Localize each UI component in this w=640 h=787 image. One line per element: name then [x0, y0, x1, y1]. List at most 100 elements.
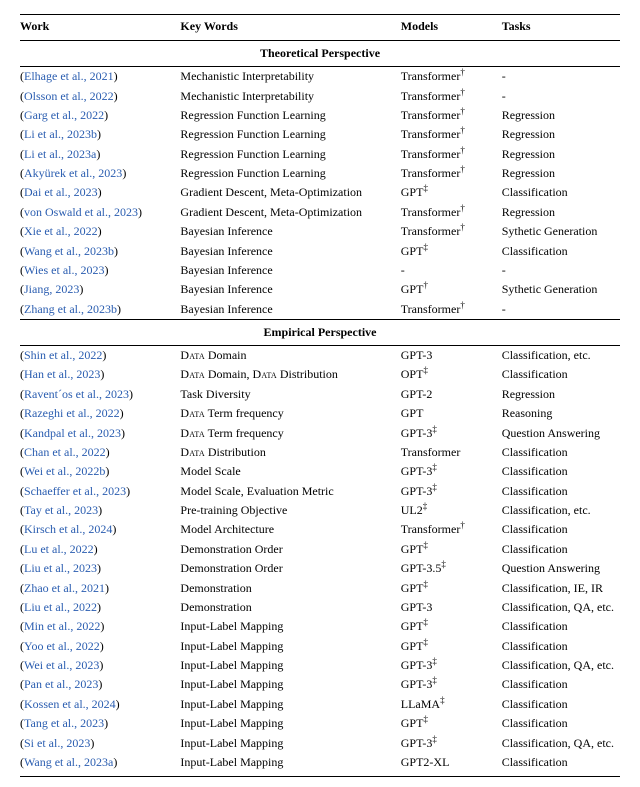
citation-link[interactable]: Pan et al., 2023	[24, 677, 98, 691]
citation-link[interactable]: Kossen et al., 2024	[24, 697, 116, 711]
citation-link[interactable]: Si et al., 2023	[24, 736, 90, 750]
footnote-marker: †	[460, 145, 465, 155]
citation-cell: (Xie et al., 2022)	[20, 222, 180, 241]
citation-link[interactable]: Jiang, 2023	[24, 282, 79, 296]
footnote-marker: ‡	[423, 365, 428, 375]
smallcaps-term: Data	[180, 406, 204, 420]
citation-cell: (Olsson et al., 2022)	[20, 86, 180, 105]
citation-link[interactable]: Wang et al., 2023a	[24, 755, 113, 769]
footnote-marker: ‡	[441, 559, 446, 569]
citation-link[interactable]: Wei et al., 2023	[24, 658, 99, 672]
model-cell: GPT-3‡	[401, 462, 502, 481]
keywords-cell: Bayesian Inference	[180, 241, 400, 260]
model-cell: Transformer†	[401, 67, 502, 87]
tasks-cell: Classification	[502, 520, 620, 539]
table-row: (von Oswald et al., 2023)Gradient Descen…	[20, 203, 620, 222]
model-cell: Transformer†	[401, 222, 502, 241]
citation-link[interactable]: Li et al., 2023a	[24, 147, 96, 161]
citation-link[interactable]: Garg et al., 2022	[24, 108, 104, 122]
table-row: (Lu et al., 2022)Demonstration OrderGPT‡…	[20, 540, 620, 559]
citation-cell: (Yoo et al., 2022)	[20, 637, 180, 656]
footnote-marker: †	[460, 164, 465, 174]
citation-link[interactable]: Han et al., 2023	[24, 367, 100, 381]
citation-link[interactable]: Akyürek et al., 2023	[24, 166, 122, 180]
citation-link[interactable]: Liu et al., 2022	[24, 600, 97, 614]
footnote-marker: †	[460, 222, 465, 232]
keywords-cell: Mechanistic Interpretability	[180, 67, 400, 87]
table-row: (Zhao et al., 2021)DemonstrationGPT‡Clas…	[20, 578, 620, 597]
citation-link[interactable]: Olsson et al., 2022	[24, 89, 114, 103]
citation-link[interactable]: Razeghi et al., 2022	[24, 406, 120, 420]
citation-link[interactable]: Kandpal et al., 2023	[24, 426, 121, 440]
citation-link[interactable]: Wang et al., 2023b	[24, 244, 114, 258]
table-row: (Wang et al., 2023a)Input-Label MappingG…	[20, 753, 620, 777]
citation-link[interactable]: Dai et al., 2023	[24, 185, 98, 199]
table-row: (Li et al., 2023a)Regression Function Le…	[20, 145, 620, 164]
table-row: (Yoo et al., 2022)Input-Label MappingGPT…	[20, 637, 620, 656]
citation-link[interactable]: Chan et al., 2022	[24, 445, 106, 459]
tasks-cell: Question Answering	[502, 423, 620, 442]
citation-cell: (Razeghi et al., 2022)	[20, 404, 180, 423]
citation-link[interactable]: Schaeffer et al., 2023	[24, 484, 126, 498]
keywords-cell: Regression Function Learning	[180, 145, 400, 164]
footnote-marker: †	[460, 520, 465, 530]
citation-cell: (Wies et al., 2023)	[20, 261, 180, 280]
keywords-cell: Input-Label Mapping	[180, 675, 400, 694]
model-cell: GPT-3.5‡	[401, 559, 502, 578]
citation-cell: (Li et al., 2023a)	[20, 145, 180, 164]
citation-link[interactable]: von Oswald et al., 2023	[24, 205, 138, 219]
citation-link[interactable]: Ravent´os et al., 2023	[24, 387, 129, 401]
keywords-cell: Model Architecture	[180, 520, 400, 539]
citation-link[interactable]: Shin et al., 2022	[24, 348, 102, 362]
citation-cell: (Si et al., 2023)	[20, 733, 180, 752]
model-cell: GPT-3	[401, 345, 502, 365]
table-row: (Akyürek et al., 2023)Regression Functio…	[20, 164, 620, 183]
section-title: Empirical Perspective	[20, 319, 620, 345]
table-row: (Xie et al., 2022)Bayesian InferenceTran…	[20, 222, 620, 241]
footnote-marker: †	[460, 106, 465, 116]
citation-link[interactable]: Li et al., 2023b	[24, 127, 97, 141]
table-row: (Wies et al., 2023)Bayesian Inference--	[20, 261, 620, 280]
citation-link[interactable]: Zhang et al., 2023b	[24, 302, 117, 316]
keywords-cell: Bayesian Inference	[180, 222, 400, 241]
tasks-cell: Classification	[502, 365, 620, 384]
citation-cell: (Wang et al., 2023a)	[20, 753, 180, 777]
citation-cell: (Dai et al., 2023)	[20, 183, 180, 202]
model-cell: GPT-3‡	[401, 423, 502, 442]
table-row: (Wei et al., 2023)Input-Label MappingGPT…	[20, 656, 620, 675]
tasks-cell: Classification, QA, etc.	[502, 733, 620, 752]
table-row: (Ravent´os et al., 2023)Task DiversityGP…	[20, 385, 620, 404]
citation-link[interactable]: Xie et al., 2022	[24, 224, 98, 238]
citation-link[interactable]: Lu et al., 2022	[24, 542, 94, 556]
citation-link[interactable]: Elhage et al., 2021	[24, 69, 114, 83]
tasks-cell: Classification, etc.	[502, 501, 620, 520]
citation-link[interactable]: Tay et al., 2023	[24, 503, 98, 517]
col-header-work: Work	[20, 15, 180, 41]
footnote-marker: ‡	[432, 462, 437, 472]
smallcaps-term: Data	[252, 367, 276, 381]
citation-cell: (Jiang, 2023)	[20, 280, 180, 299]
citation-link[interactable]: Yoo et al., 2022	[24, 639, 100, 653]
citation-link[interactable]: Kirsch et al., 2024	[24, 522, 112, 536]
citation-link[interactable]: Wei et al., 2022b	[24, 464, 105, 478]
model-cell: Transformer†	[401, 145, 502, 164]
citation-link[interactable]: Zhao et al., 2021	[24, 581, 105, 595]
footnote-marker: †	[460, 125, 465, 135]
model-cell: Transformer†	[401, 203, 502, 222]
citation-link[interactable]: Wies et al., 2023	[24, 263, 105, 277]
tasks-cell: -	[502, 261, 620, 280]
keywords-cell: Mechanistic Interpretability	[180, 86, 400, 105]
footnote-marker: †	[423, 280, 428, 290]
tasks-cell: Classification	[502, 675, 620, 694]
table-row: (Chan et al., 2022)Data DistributionTran…	[20, 443, 620, 462]
keywords-cell: Input-Label Mapping	[180, 733, 400, 752]
section-header: Theoretical Perspective	[20, 41, 620, 67]
tasks-cell: Classification	[502, 540, 620, 559]
keywords-cell: Input-Label Mapping	[180, 637, 400, 656]
model-cell: Transformer†	[401, 300, 502, 320]
citation-link[interactable]: Tang et al., 2023	[24, 716, 104, 730]
table-row: (Shin et al., 2022)Data DomainGPT-3Class…	[20, 345, 620, 365]
citation-link[interactable]: Min et al., 2022	[24, 619, 100, 633]
model-cell: -	[401, 261, 502, 280]
citation-link[interactable]: Liu et al., 2023	[24, 561, 97, 575]
